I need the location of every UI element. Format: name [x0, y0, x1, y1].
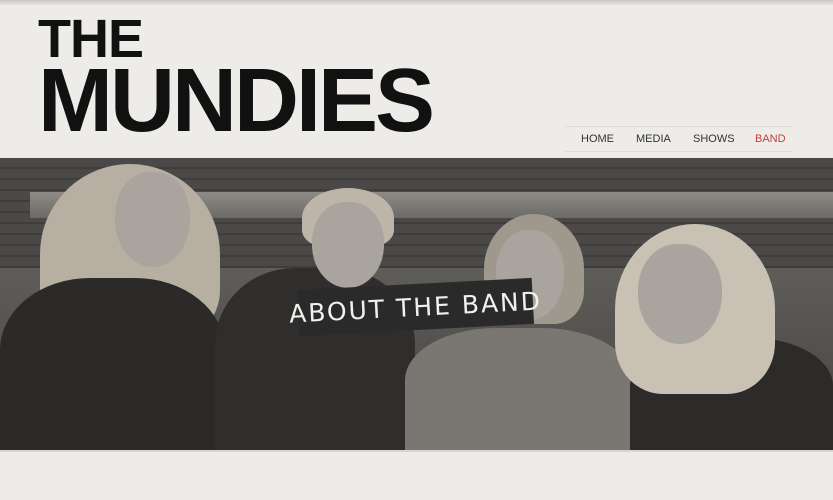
- nav-item-band[interactable]: BAND: [755, 133, 786, 145]
- site-header: THE MUNDIES HOME MEDIA SHOWS BAND: [0, 0, 833, 158]
- site-logo[interactable]: THE MUNDIES: [38, 12, 435, 146]
- hero-band-photo: ABOUT THE BAND: [0, 158, 833, 452]
- banner-title: ABOUT THE BAND: [288, 285, 543, 329]
- main-nav: HOME MEDIA SHOWS BAND: [565, 126, 793, 152]
- nav-item-shows[interactable]: SHOWS: [693, 133, 735, 145]
- nav-item-media[interactable]: MEDIA: [636, 133, 671, 145]
- nav-item-home[interactable]: HOME: [581, 133, 614, 145]
- logo-line-2: MUNDIES: [38, 51, 435, 151]
